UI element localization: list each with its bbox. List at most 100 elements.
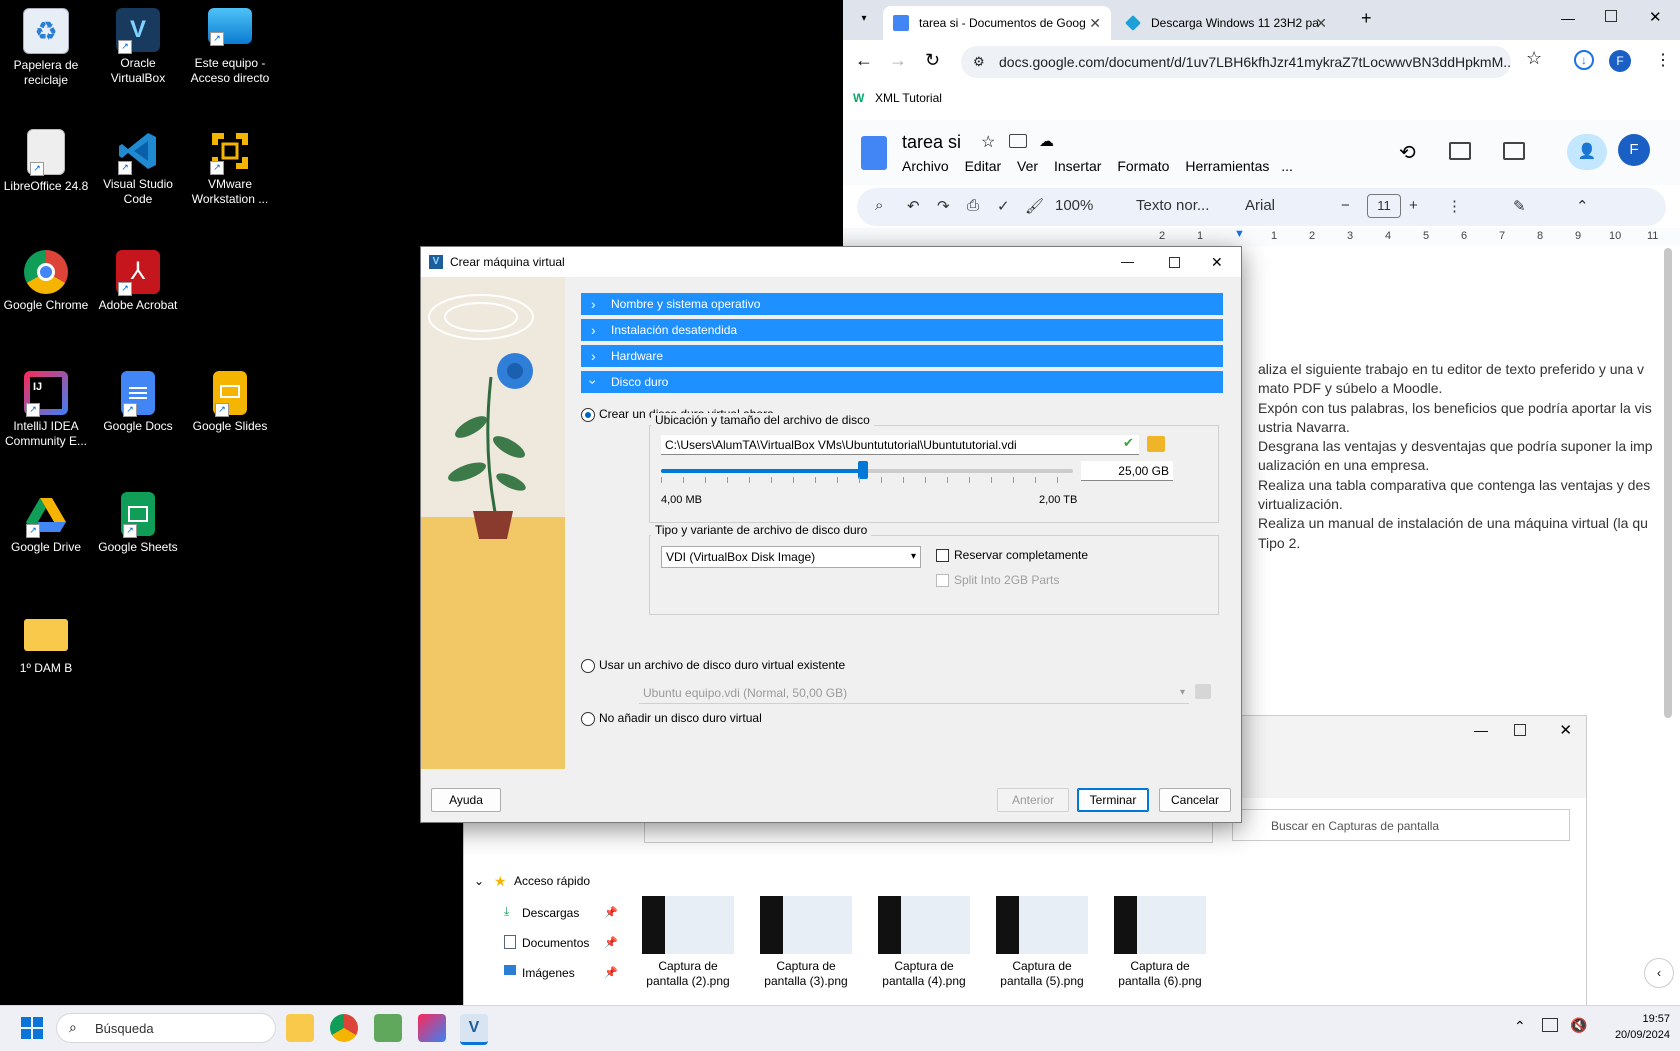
document-text[interactable]: aliza el siguiente trabajo en tu editor … bbox=[1258, 360, 1678, 553]
account-avatar[interactable]: F bbox=[1618, 134, 1650, 166]
disk-size-input[interactable]: 25,00 GB bbox=[1081, 461, 1173, 481]
chevron-down-icon[interactable]: ⌄ bbox=[474, 874, 484, 888]
cancel-button[interactable]: Cancelar bbox=[1159, 788, 1231, 812]
zoom-select[interactable]: 100% bbox=[1055, 197, 1093, 214]
desktop-icon-virtualbox[interactable]: V ↗ Oracle VirtualBox bbox=[92, 0, 184, 86]
maximize-button[interactable] bbox=[1514, 724, 1526, 736]
file-thumbnail[interactable] bbox=[642, 896, 734, 954]
choose-file-folder-icon[interactable] bbox=[1147, 436, 1165, 452]
maximize-button[interactable] bbox=[1605, 10, 1617, 22]
chrome-taskbar-icon[interactable] bbox=[330, 1014, 358, 1042]
section-name-os[interactable]: › Nombre y sistema operativo bbox=[581, 293, 1223, 315]
desktop-icon-google-drive[interactable]: ↗ Google Drive bbox=[0, 484, 92, 555]
explorer-search-input[interactable]: Buscar en Capturas de pantalla bbox=[1232, 809, 1570, 841]
radio-existing-disk-label[interactable]: Usar un archivo de disco duro virtual ex… bbox=[599, 658, 845, 672]
menu-more[interactable]: ... bbox=[1281, 158, 1293, 174]
file-explorer-taskbar-icon[interactable] bbox=[286, 1014, 314, 1042]
reload-icon[interactable]: ↻ bbox=[925, 50, 940, 71]
font-size-input[interactable]: 11 bbox=[1367, 194, 1401, 218]
section-hard-disk[interactable]: › Disco duro bbox=[581, 371, 1223, 393]
star-icon[interactable]: ☆ bbox=[981, 132, 995, 152]
clock[interactable]: 19:57 20/09/2024 bbox=[1600, 1011, 1670, 1043]
version-history-icon[interactable]: ⟲ bbox=[1399, 140, 1416, 165]
disk-path-input[interactable]: C:\Users\AlumTA\VirtualBox VMs\Ubuntutut… bbox=[661, 435, 1139, 455]
menu-archivo[interactable]: Archivo bbox=[902, 158, 949, 174]
start-button[interactable] bbox=[18, 1014, 46, 1042]
site-info-icon[interactable]: ⚙ bbox=[973, 46, 985, 78]
minimize-button[interactable]: — bbox=[1474, 722, 1488, 738]
undo-icon[interactable]: ↶ bbox=[907, 197, 920, 215]
taskbar-search[interactable]: ⌕ Búsqueda bbox=[56, 1013, 276, 1043]
maximize-button[interactable] bbox=[1169, 257, 1180, 268]
notepad-taskbar-icon[interactable] bbox=[374, 1014, 402, 1042]
browser-menu-icon[interactable]: ⋮ bbox=[1655, 50, 1671, 70]
split-2gb-checkbox[interactable] bbox=[936, 574, 949, 587]
radio-no-disk[interactable] bbox=[581, 712, 595, 726]
file-name[interactable]: Captura de pantalla (6).png bbox=[1108, 959, 1212, 989]
forward-icon[interactable]: → bbox=[889, 50, 907, 71]
menu-ver[interactable]: Ver bbox=[1017, 158, 1038, 174]
desktop-icon-folder-dam[interactable]: 1º DAM B bbox=[0, 605, 92, 676]
decrease-font-size-icon[interactable]: − bbox=[1341, 197, 1350, 214]
close-tab-icon[interactable]: ✕ bbox=[1089, 6, 1101, 40]
hide-menus-icon[interactable]: ⌃ bbox=[1576, 197, 1589, 215]
menu-formato[interactable]: Formato bbox=[1117, 158, 1169, 174]
indent-marker-icon[interactable]: ▼ bbox=[1234, 228, 1245, 240]
desktop-icon-intellij[interactable]: IJ ↗ IntelliJ IDEA Community E... bbox=[0, 363, 92, 449]
desktop-icon-google-sheets[interactable]: ↗ Google Sheets bbox=[92, 484, 184, 555]
comments-icon[interactable] bbox=[1449, 142, 1471, 160]
minimize-button[interactable]: — bbox=[1561, 10, 1575, 26]
desktop-icon-google-slides[interactable]: ↗ Google Slides bbox=[184, 363, 276, 434]
file-name[interactable]: Captura de pantalla (5).png bbox=[990, 959, 1094, 989]
more-tools-icon[interactable]: ⋮ bbox=[1447, 197, 1462, 215]
nav-imagenes[interactable]: Imágenes bbox=[522, 966, 575, 980]
reserve-fully-checkbox[interactable] bbox=[936, 549, 949, 562]
radio-no-disk-label[interactable]: No añadir un disco duro virtual bbox=[599, 711, 762, 725]
font-select[interactable]: Arial bbox=[1245, 197, 1275, 214]
nav-documentos[interactable]: Documentos bbox=[522, 936, 589, 950]
close-tab-icon[interactable]: ✕ bbox=[1315, 6, 1327, 40]
file-thumbnail[interactable] bbox=[760, 896, 852, 954]
finish-button[interactable]: Terminar bbox=[1077, 788, 1149, 812]
radio-create-disk[interactable] bbox=[581, 408, 595, 422]
bookmark-star-icon[interactable]: ☆ bbox=[1526, 48, 1542, 69]
file-thumbnail[interactable] bbox=[878, 896, 970, 954]
nav-descargas[interactable]: Descargas bbox=[522, 906, 579, 920]
back-button[interactable]: Anterior bbox=[997, 788, 1069, 812]
virtualbox-taskbar-icon[interactable]: V bbox=[460, 1014, 488, 1045]
desktop-icon-recycle-bin[interactable]: ♻ Papelera de reciclaje bbox=[0, 0, 92, 88]
increase-font-size-icon[interactable]: + bbox=[1409, 197, 1418, 214]
redo-icon[interactable]: ↷ bbox=[937, 197, 950, 215]
profile-avatar[interactable]: F bbox=[1609, 50, 1631, 72]
desktop-icon-acrobat[interactable]: ⅄ ↗ Adobe Acrobat bbox=[92, 242, 184, 313]
print-icon[interactable]: ⎙ bbox=[967, 197, 979, 214]
google-docs-logo-icon[interactable] bbox=[861, 136, 887, 170]
search-menus-icon[interactable]: ⌕ bbox=[875, 197, 883, 214]
minimize-button[interactable]: — bbox=[1121, 247, 1134, 277]
desktop-icon-google-docs[interactable]: ↗ Google Docs bbox=[92, 363, 184, 434]
section-hardware[interactable]: › Hardware bbox=[581, 345, 1223, 367]
menu-insertar[interactable]: Insertar bbox=[1054, 158, 1101, 174]
disk-type-select[interactable]: VDI (VirtualBox Disk Image) ▾ bbox=[661, 546, 921, 568]
move-folder-icon[interactable] bbox=[1009, 134, 1027, 148]
help-button[interactable]: Ayuda bbox=[431, 788, 501, 812]
menu-herramientas[interactable]: Herramientas bbox=[1185, 158, 1269, 174]
reserve-fully-label[interactable]: Reservar completamente bbox=[954, 548, 1088, 562]
intellij-taskbar-icon[interactable] bbox=[418, 1014, 446, 1042]
paint-format-icon[interactable]: 🖌 bbox=[1025, 197, 1044, 215]
back-icon[interactable]: ← bbox=[855, 50, 873, 71]
address-bar[interactable]: ⚙ docs.google.com/document/d/1uv7LBH6kfh… bbox=[961, 46, 1511, 78]
desktop-icon-vmware[interactable]: ↗ VMware Workstation ... bbox=[184, 121, 276, 207]
meet-icon[interactable] bbox=[1503, 142, 1525, 160]
show-hidden-icons-icon[interactable]: ⌃ bbox=[1514, 1018, 1526, 1035]
section-unattended-install[interactable]: › Instalación desatendida bbox=[581, 319, 1223, 341]
menu-editar[interactable]: Editar bbox=[965, 158, 1002, 174]
editing-mode-icon[interactable]: ✎ bbox=[1513, 197, 1526, 215]
document-title[interactable]: tarea si bbox=[902, 132, 961, 153]
new-tab-button[interactable]: + bbox=[1361, 8, 1372, 29]
file-name[interactable]: Captura de pantalla (4).png bbox=[872, 959, 976, 989]
existing-disk-select[interactable]: Ubuntu equipo.vdi (Normal, 50,00 GB) ▾ bbox=[639, 683, 1189, 704]
file-thumbnail[interactable] bbox=[1114, 896, 1206, 954]
tab-search-button[interactable]: ▾ bbox=[853, 8, 875, 30]
file-thumbnail[interactable] bbox=[996, 896, 1088, 954]
